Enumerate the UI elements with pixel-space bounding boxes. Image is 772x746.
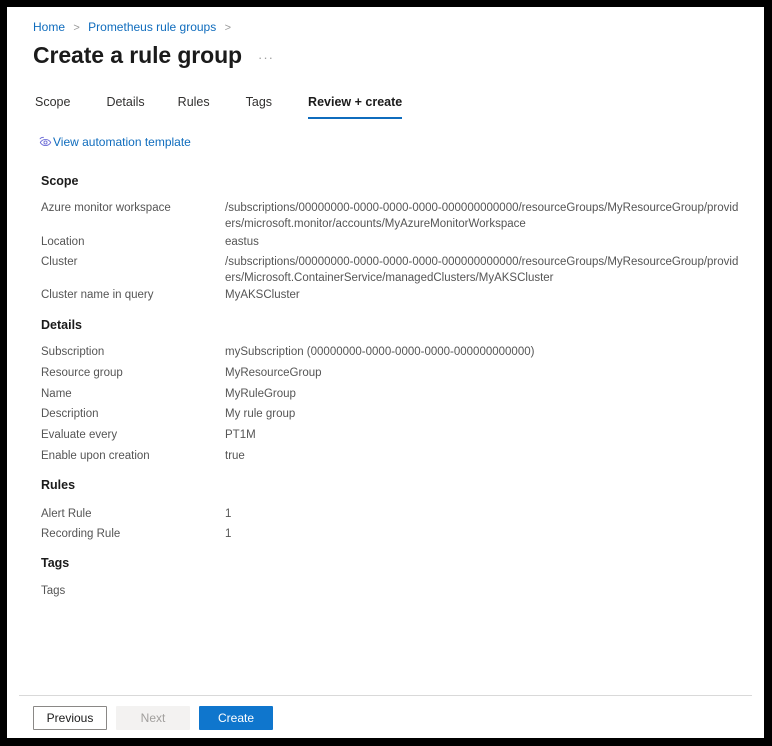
breadcrumb-item-home[interactable]: Home <box>33 20 65 34</box>
tab-details[interactable]: Details <box>106 94 144 119</box>
label-cluster-name-in-query: Cluster name in query <box>41 289 154 301</box>
section-heading-scope: Scope <box>41 174 79 188</box>
label-alert-rule: Alert Rule <box>41 508 92 520</box>
value-resource-group: MyResourceGroup <box>225 367 322 379</box>
value-evaluate-every: PT1M <box>225 429 256 441</box>
label-resource-group: Resource group <box>41 367 123 379</box>
label-azure-monitor-workspace: Azure monitor workspace <box>41 202 171 214</box>
page-title: Create a rule group <box>33 42 242 68</box>
value-alert-rule: 1 <box>225 508 232 520</box>
azure-portal-blade: Home > Prometheus rule groups > Create a… <box>7 7 764 738</box>
wizard-footer: Previous Next Create <box>33 706 273 730</box>
tab-review-create[interactable]: Review + create <box>308 94 403 119</box>
footer-divider <box>19 695 752 696</box>
value-name: MyRuleGroup <box>225 388 296 400</box>
view-automation-template-link[interactable]: View automation template <box>38 134 191 150</box>
create-button[interactable]: Create <box>199 706 273 730</box>
previous-button[interactable]: Previous <box>33 706 107 730</box>
label-location: Location <box>41 236 85 248</box>
value-location: eastus <box>225 236 259 248</box>
tab-rules[interactable]: Rules <box>178 94 210 119</box>
breadcrumb-separator-icon: > <box>73 22 80 34</box>
label-evaluate-every: Evaluate every <box>41 429 118 441</box>
next-button: Next <box>116 706 190 730</box>
tab-scope[interactable]: Scope <box>35 94 70 119</box>
label-tags: Tags <box>41 585 66 597</box>
value-azure-monitor-workspace: /subscriptions/00000000-0000-0000-0000-0… <box>225 202 739 230</box>
section-heading-details: Details <box>41 318 82 332</box>
breadcrumb-item-prometheus-rule-groups[interactable]: Prometheus rule groups <box>88 20 216 34</box>
value-cluster-name-in-query: MyAKSCluster <box>225 289 300 301</box>
value-recording-rule: 1 <box>225 528 232 540</box>
value-subscription: mySubscription (00000000-0000-0000-0000-… <box>225 346 535 358</box>
value-enable-upon-creation: true <box>225 450 245 462</box>
breadcrumb: Home > Prometheus rule groups > <box>33 19 236 36</box>
view-automation-template-label: View automation template <box>53 135 191 149</box>
label-recording-rule: Recording Rule <box>41 528 121 540</box>
section-heading-tags: Tags <box>41 556 70 570</box>
label-enable-upon-creation: Enable upon creation <box>41 450 150 462</box>
breadcrumb-separator-icon-2: > <box>224 22 231 34</box>
title-row: Create a rule group ··· <box>33 40 274 70</box>
wizard-tabs: Scope Details Rules Tags Review + create <box>35 93 403 119</box>
screenshot-frame: Home > Prometheus rule groups > Create a… <box>0 0 772 746</box>
tab-tags[interactable]: Tags <box>246 94 272 119</box>
label-description: Description <box>41 408 99 420</box>
view-eye-icon <box>38 135 52 149</box>
more-options-icon[interactable]: ··· <box>258 50 274 65</box>
section-heading-rules: Rules <box>41 478 76 492</box>
label-name: Name <box>41 388 72 400</box>
label-subscription: Subscription <box>41 346 105 358</box>
label-cluster: Cluster <box>41 256 78 268</box>
value-cluster: /subscriptions/00000000-0000-0000-0000-0… <box>225 256 739 284</box>
value-description: My rule group <box>225 408 296 420</box>
